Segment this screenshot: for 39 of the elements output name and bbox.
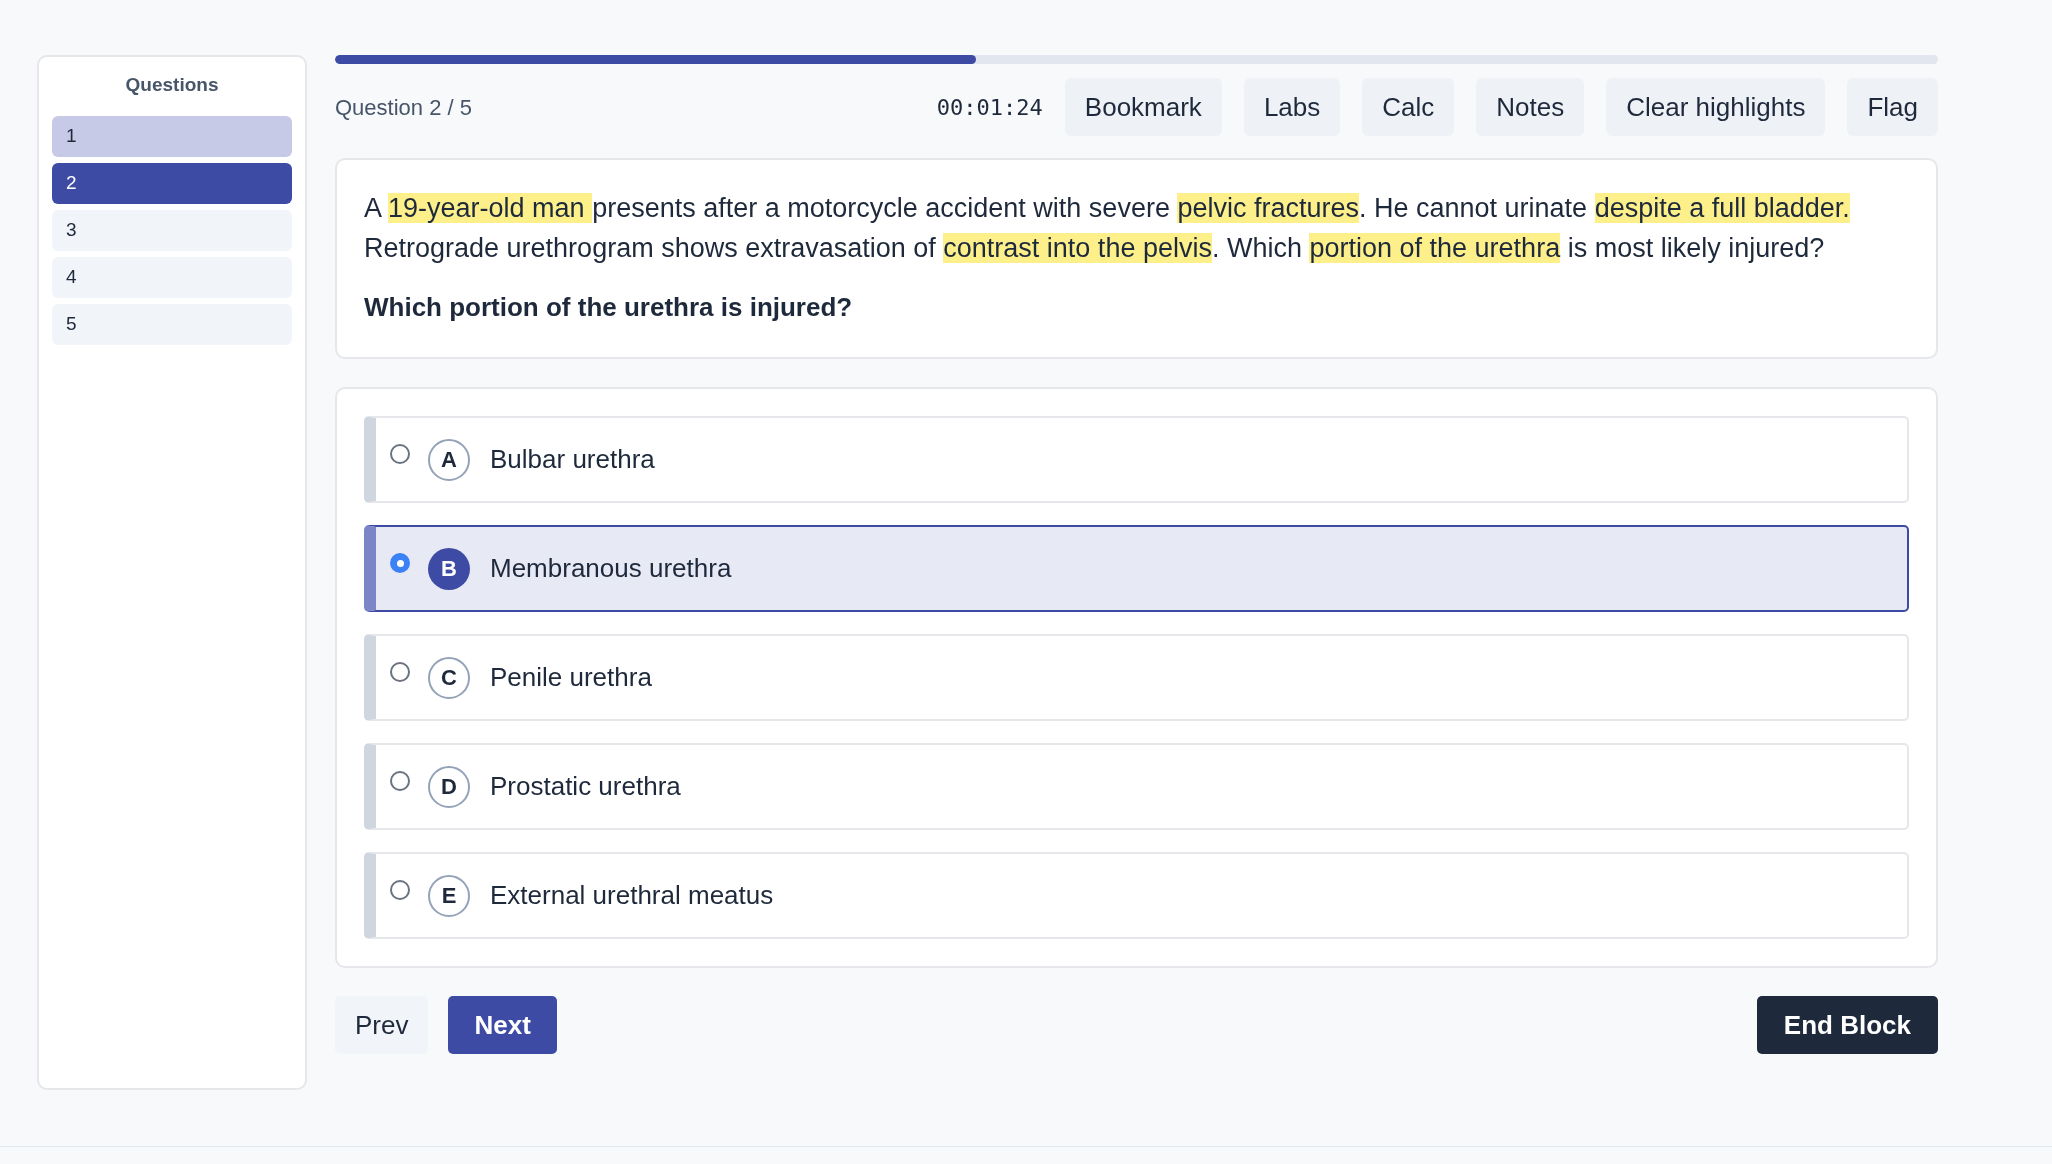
radio-button[interactable]: [390, 880, 410, 900]
sidebar-title: Questions: [124, 73, 220, 97]
option-text: External urethral meatus: [490, 879, 774, 912]
radio-button[interactable]: [390, 662, 410, 682]
answer-option[interactable]: D Prostatic urethra: [364, 743, 1909, 830]
question-nav-item[interactable]: 4: [52, 256, 292, 298]
option-letter: C: [428, 656, 470, 699]
prev-button[interactable]: Prev: [335, 996, 429, 1054]
toolbar-button[interactable]: Labs: [1243, 78, 1341, 136]
option-letter: D: [428, 765, 470, 808]
radio-button[interactable]: [390, 444, 410, 464]
toolbar-button[interactable]: Flag: [1847, 78, 1938, 136]
question-prompt: Which portion of the urethra is injured?: [364, 291, 854, 324]
question-nav-item[interactable]: 3: [52, 209, 292, 251]
next-button[interactable]: Next: [448, 996, 557, 1054]
question-nav-item[interactable]: 5: [52, 303, 292, 345]
option-text: Membranous urethra: [490, 552, 732, 585]
question-nav-item[interactable]: 1: [52, 115, 292, 157]
question-stem: A 19-year-old man presents after a motorcycle accident with severe pelvic fractures. He cannot urinate despite a full bladder. Retrograde urethrogram shows extravasation of contrast into the pelvis. Which portion of the urethra is most likely injured?: [364, 192, 1851, 265]
toolbar-button[interactable]: Clear highlights: [1606, 78, 1826, 136]
question-counter: Question 2 / 5: [335, 93, 472, 122]
timer: 00:01:24: [936, 93, 1043, 122]
toolbar-button[interactable]: Notes: [1476, 78, 1585, 136]
question-nav-item[interactable]: 2: [52, 162, 292, 204]
radio-button[interactable]: [390, 771, 410, 791]
radio-button[interactable]: [390, 553, 410, 573]
answer-option[interactable]: A Bulbar urethra: [364, 416, 1909, 503]
toolbar-button[interactable]: Bookmark: [1064, 78, 1222, 136]
answer-option[interactable]: C Penile urethra: [364, 634, 1909, 721]
option-letter: B: [428, 547, 470, 590]
option-text: Penile urethra: [490, 661, 652, 694]
option-text: Bulbar urethra: [490, 443, 655, 476]
option-letter: A: [428, 438, 470, 481]
option-text: Prostatic urethra: [490, 770, 681, 803]
answer-option[interactable]: E External urethral meatus: [364, 852, 1909, 939]
end-block-button[interactable]: End Block: [1756, 996, 1938, 1054]
option-letter: E: [428, 874, 470, 917]
toolbar-button[interactable]: Calc: [1362, 78, 1455, 136]
answer-option[interactable]: B Membranous urethra: [364, 525, 1909, 612]
